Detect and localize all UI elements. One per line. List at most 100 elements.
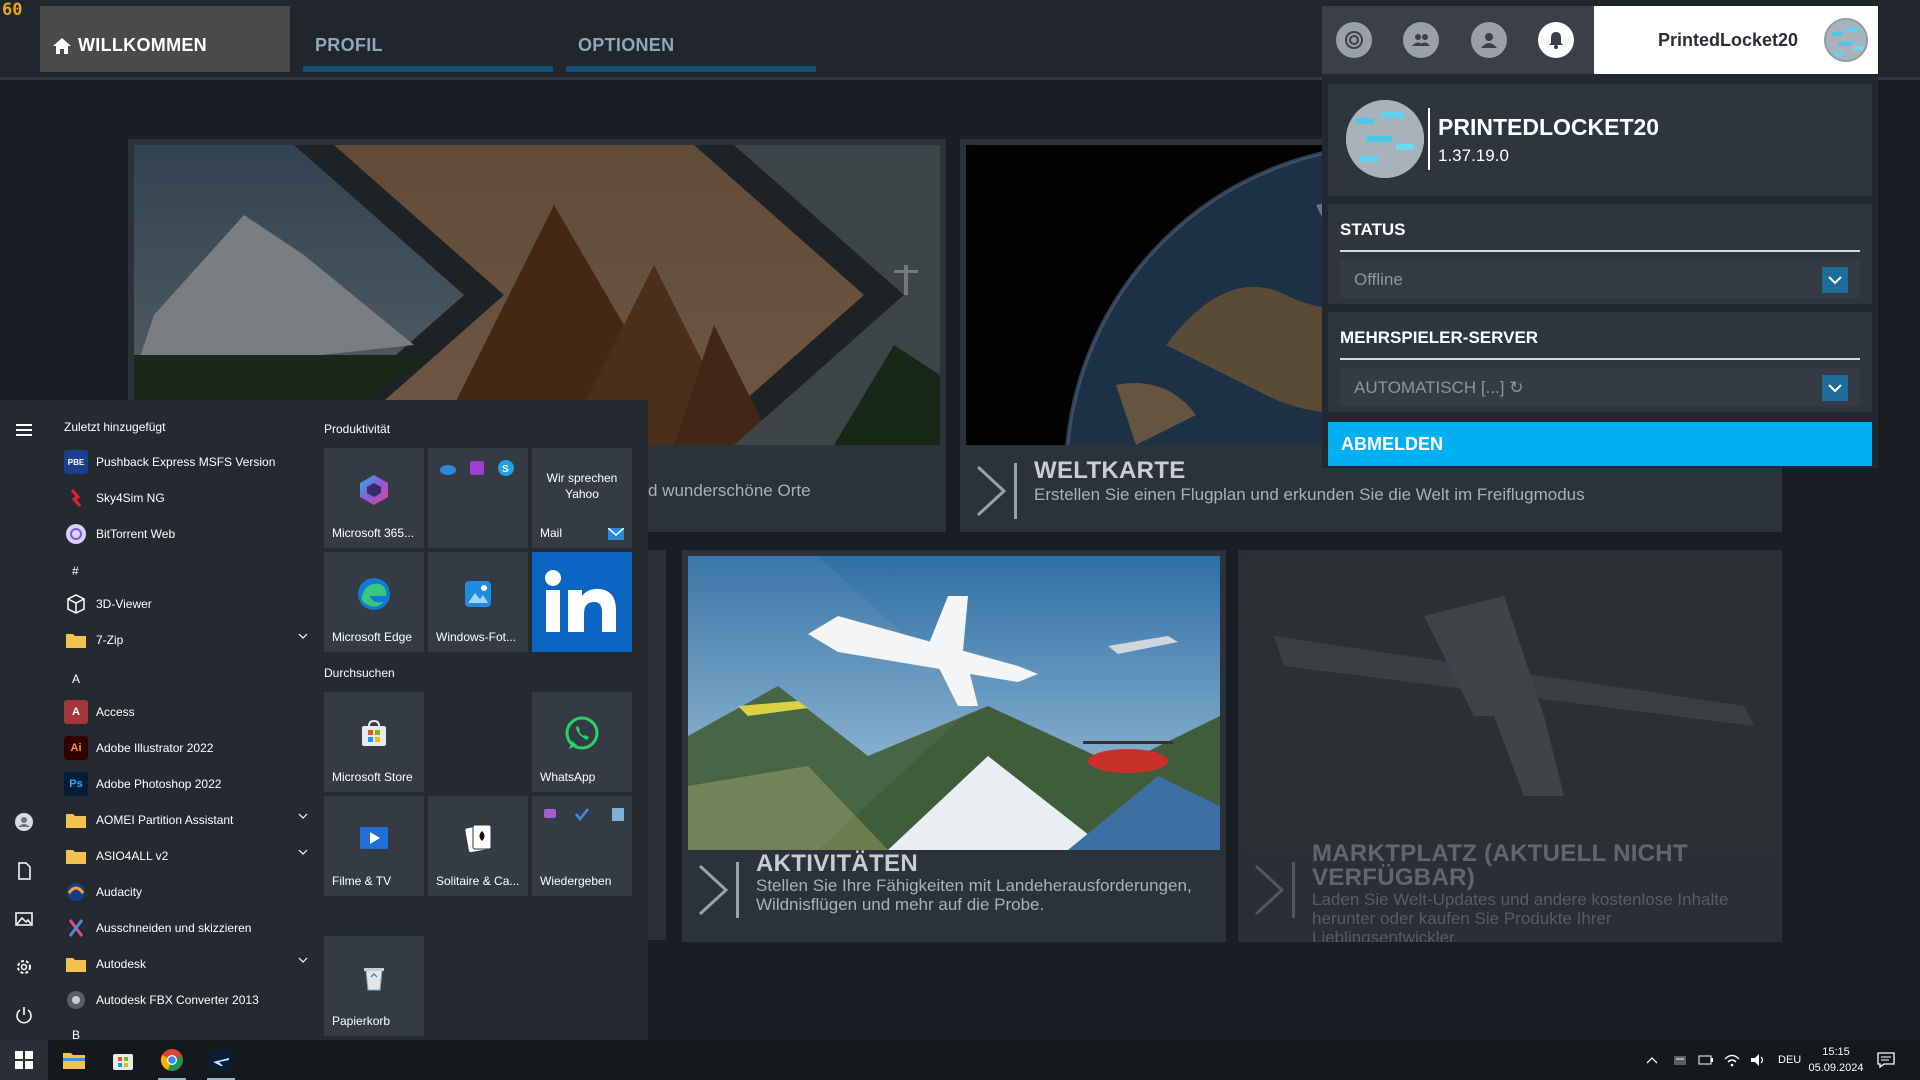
battery-icon[interactable] [1698,1054,1714,1066]
home-icon [53,38,71,54]
system-tray: DEU [1646,1040,1801,1080]
notifications-icon[interactable] [1538,22,1574,58]
chevron-right-icon [698,862,739,918]
user-box[interactable]: PrintedLocket20 [1594,6,1878,74]
list-item[interactable]: Autodesk FBX Converter 2013 [64,982,308,1018]
tile-solitaire[interactable]: Solitaire & Ca... [428,796,528,896]
taskbar-msfs[interactable] [197,1040,245,1080]
tab-label: PROFIL [315,35,383,55]
list-item[interactable]: A Access [64,694,308,730]
chevron-down-icon[interactable] [1822,267,1848,293]
list-item[interactable]: AOMEI Partition Assistant [64,802,308,838]
folder-icon [64,628,88,652]
file-explorer-icon [63,1053,85,1069]
list-item[interactable]: Ps Adobe Photoshop 2022 [64,766,308,802]
tile-windows-photos[interactable]: Windows-Fot... [428,552,528,652]
list-item[interactable]: PBE Pushback Express MSFS Version [64,444,308,480]
activities-image [688,556,1220,850]
chevron-up-icon[interactable] [1646,1056,1658,1064]
letter-header[interactable]: # [72,564,79,578]
list-item[interactable]: 7-Zip [64,622,308,658]
folder-icon [64,844,88,868]
user-avatar-icon[interactable] [14,812,34,832]
photos-icon [465,581,491,607]
list-item[interactable]: Ai Adobe Illustrator 2022 [64,730,308,766]
wifi-icon[interactable] [1724,1053,1740,1067]
bittorrent-icon [64,522,88,546]
worldmap-description: Erstellen Sie einen Flugplan und erkunde… [1034,485,1585,504]
tab-underline [303,66,553,72]
list-item[interactable]: ASIO4ALL v2 [64,838,308,874]
pictures-icon[interactable] [14,909,34,929]
server-section: MEHRSPIELER-SERVER AUTOMATISCH [...] ↻ [1328,312,1872,412]
app-tray-icon[interactable] [1672,1053,1688,1067]
start-menu: Zuletzt hinzugefügt PBE Pushback Express… [0,400,648,1040]
tile-play[interactable]: Wiedergeben [532,796,632,896]
chevron-down-icon[interactable] [298,632,308,640]
app-list: Zuletzt hinzugefügt PBE Pushback Express… [48,400,310,1040]
start-button[interactable] [0,1040,48,1080]
notification-center-button[interactable] [1862,1040,1910,1080]
list-item[interactable]: Audacity [64,874,308,910]
profile-card: PRINTEDLOCKET20 1.37.19.0 [1328,84,1872,196]
list-item[interactable]: Sky4Sim NG [64,480,308,516]
marketplace-description: Laden Sie Welt-Updates und andere kosten… [1312,890,1729,942]
taskbar-explorer[interactable] [50,1040,98,1080]
fbx-icon [64,988,88,1012]
list-item[interactable]: 3D-Viewer [64,586,308,622]
profile-icon[interactable] [1471,22,1507,58]
tile-microsoft-edge[interactable]: Microsoft Edge [324,552,424,652]
letter-header[interactable]: B [72,1028,80,1040]
power-icon[interactable] [14,1005,34,1025]
tile-recycle-bin[interactable]: Papierkorb [324,936,424,1036]
server-select[interactable]: AUTOMATISCH [...] ↻ [1340,368,1860,406]
tab-willkommen[interactable]: WILLKOMMEN [40,6,290,72]
marketplace-footer: MARKTPLATZ (AKTUELL NICHT VERFÜGBAR) Lad… [1238,840,1782,942]
chrome-icon [160,1049,183,1071]
logout-button[interactable]: ABMELDEN [1328,422,1872,466]
tile-whatsapp[interactable]: WhatsApp [532,692,632,792]
chevron-down-icon[interactable] [298,956,308,964]
taskbar-chrome[interactable] [148,1040,196,1080]
settings-icon[interactable] [14,957,34,977]
input-language[interactable]: DEU [1778,1054,1801,1066]
marketplace-title: MARKTPLATZ (AKTUELL NICHT VERFÜGBAR) [1312,840,1688,891]
fps-counter: 60 [2,0,23,20]
tile-mail[interactable]: Wir sprechen Yahoo Mail [532,448,632,548]
profile-version: 1.37.19.0 [1438,146,1509,165]
achievements-icon[interactable] [1336,22,1372,58]
chevron-down-icon[interactable] [1822,375,1848,401]
pushback-icon: PBE [64,450,88,474]
chevron-down-icon[interactable] [298,812,308,820]
tab-optionen[interactable]: OPTIONEN [566,6,816,72]
status-select[interactable]: Offline [1340,260,1860,298]
flight-simulator-icon [210,1051,232,1069]
tab-profil[interactable]: PROFIL [303,6,553,72]
speaker-icon[interactable] [1750,1053,1766,1067]
yahoo-text: Wir sprechen Yahoo [546,471,618,501]
tile-office-apps[interactable]: S [428,448,528,548]
tile-movies-tv[interactable]: Filme & TV [324,796,424,896]
tile-linkedin[interactable] [532,552,632,652]
avatar[interactable] [1824,18,1868,62]
letter-header[interactable]: A [72,672,80,686]
list-item[interactable]: Autodesk [64,946,308,982]
tab-underline [566,66,816,72]
document-icon[interactable] [14,861,34,881]
svg-text:S: S [502,464,509,475]
top-nav-bar: 60 WILLKOMMEN PROFIL OPTIONEN PrintedLoc… [0,0,1920,80]
tab-label: OPTIONEN [578,35,675,55]
activities-tile[interactable]: AKTIVITÄTEN Stellen Sie Ihre Fähigkeiten… [682,550,1226,942]
tile-microsoft-365[interactable]: Microsoft 365... [324,448,424,548]
tile-microsoft-store[interactable]: Microsoft Store [324,692,424,792]
friends-icon[interactable] [1403,22,1439,58]
taskbar-store[interactable] [99,1040,147,1080]
hamburger-icon[interactable] [14,420,34,440]
hidden-tile-edge [648,550,666,940]
chevron-down-icon[interactable] [298,848,308,856]
list-item[interactable]: BitTorrent Web [64,516,308,552]
list-item[interactable]: Ausschneiden und skizzieren [64,910,308,946]
recent-header: Zuletzt hinzugefügt [64,420,166,434]
clock[interactable]: 15:15 05.09.2024 [1806,1044,1866,1076]
profile-dropdown-panel: PRINTEDLOCKET20 1.37.19.0 STATUS Offline… [1322,74,1878,468]
